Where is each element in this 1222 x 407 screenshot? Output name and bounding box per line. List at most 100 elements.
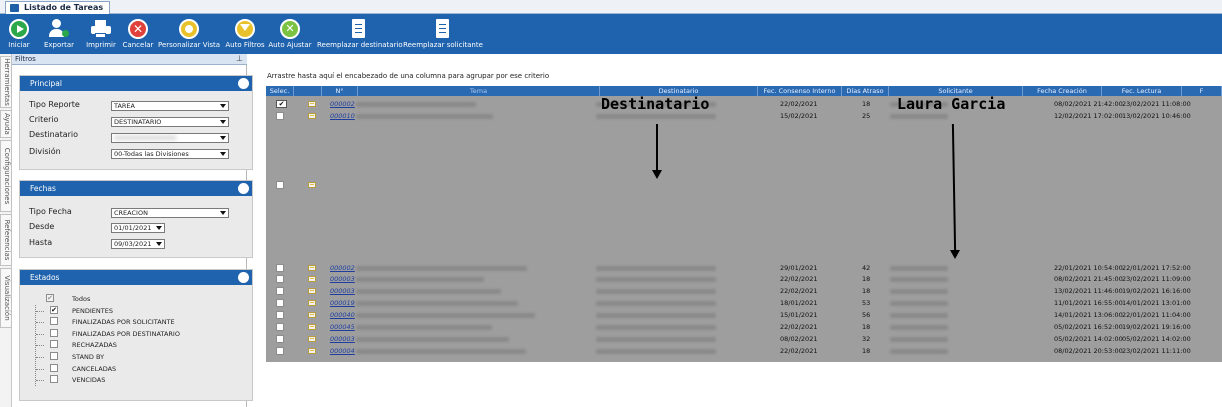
- auto-filtros-button[interactable]: Auto Filtros: [224, 14, 266, 54]
- message-icon[interactable]: [308, 300, 316, 306]
- iniciar-button[interactable]: Iniciar: [2, 14, 36, 54]
- row-select-checkbox[interactable]: [276, 112, 284, 120]
- collapse-icon[interactable]: [238, 183, 249, 194]
- filters-header: Filtros ⊥: [12, 54, 247, 65]
- col-numero-header[interactable]: N°: [322, 86, 358, 96]
- personalizar-vista-button[interactable]: Personalizar Vista: [157, 14, 221, 54]
- fecha-creacion-cell: 08/02/2021 20:53:00: [1054, 347, 1123, 355]
- side-tab-herramientas[interactable]: Herramientas: [0, 56, 12, 108]
- redacted-destinatario: [596, 313, 716, 318]
- table-row[interactable]: 000003 08/02/2021 32 05/02/2021 14:02:00 05/…: [266, 335, 1222, 344]
- message-icon[interactable]: [308, 336, 316, 342]
- criterio-select[interactable]: DESTINATARIO: [111, 117, 229, 127]
- reemplazar-destinatario-button[interactable]: Reemplazar destinatario: [317, 14, 403, 54]
- estados-header[interactable]: Estados: [20, 270, 252, 285]
- row-select-checkbox[interactable]: [276, 287, 284, 295]
- row-select-checkbox[interactable]: [276, 323, 284, 331]
- task-number-link[interactable]: 000003: [330, 287, 355, 296]
- tipo-reporte-select[interactable]: TAREA: [111, 101, 229, 111]
- table-row[interactable]: 000003 22/02/2021 18 08/02/2021 21:45:00 23/…: [266, 275, 1222, 284]
- row-select-checkbox[interactable]: [276, 347, 284, 355]
- destinatario-select[interactable]: XXXXXXXXXXXXXX: [111, 133, 229, 143]
- row-select-checkbox[interactable]: ✔: [276, 100, 287, 108]
- message-icon[interactable]: [308, 265, 316, 271]
- estado-checkbox[interactable]: [50, 375, 58, 384]
- table-row[interactable]: [266, 181, 1222, 190]
- collapse-icon[interactable]: [238, 272, 249, 283]
- reemplazar-solicitante-button[interactable]: Reemplazar solicitante: [403, 14, 483, 54]
- exportar-button[interactable]: Exportar: [40, 14, 78, 54]
- message-icon[interactable]: [308, 276, 316, 282]
- table-row[interactable]: 000002 29/01/2021 42 22/01/2021 10:54:00 22/…: [266, 264, 1222, 273]
- col-dias-atraso-header[interactable]: Días Atraso: [842, 86, 889, 96]
- row-select-checkbox[interactable]: [276, 275, 284, 283]
- row-select-checkbox[interactable]: [276, 335, 284, 343]
- estado-checkbox[interactable]: [50, 352, 58, 360]
- group-by-hint: Arrastre hasta aquí el encabezado de una…: [266, 69, 1222, 84]
- tipo-fecha-value: CREACION: [114, 209, 148, 217]
- hasta-date-picker[interactable]: 09/03/2021: [111, 239, 165, 249]
- task-number-link[interactable]: 000010: [330, 112, 355, 121]
- col-fec-lectura-header[interactable]: Fec. Lectura: [1102, 86, 1182, 96]
- desde-date-picker[interactable]: 01/01/2021: [111, 223, 165, 233]
- estado-checkbox[interactable]: ✔: [46, 294, 54, 302]
- row-select-checkbox[interactable]: [276, 299, 284, 307]
- table-row[interactable]: 000045 22/02/2021 18 05/02/2021 16:52:00 19/…: [266, 323, 1222, 332]
- message-icon[interactable]: [308, 101, 316, 107]
- col-selec-header[interactable]: Selec.: [266, 86, 294, 96]
- col-tema-header[interactable]: Tema: [358, 86, 600, 96]
- tab-listado-de-tareas[interactable]: Listado de Tareas: [5, 1, 111, 14]
- col-fecha-creacion-header[interactable]: Fecha Creación: [1023, 86, 1102, 96]
- principal-header[interactable]: Principal: [20, 76, 252, 91]
- col-fec-consenso-header[interactable]: Fec. Consenso Interno: [758, 86, 842, 96]
- row-select-checkbox[interactable]: [276, 311, 284, 319]
- fec-lectura-cell: 05/02/2021 14:02:00: [1122, 335, 1191, 343]
- imprimir-button[interactable]: Imprimir: [84, 14, 118, 54]
- auto-ajustar-button[interactable]: ✕ Auto Ajustar: [268, 14, 312, 54]
- estado-checkbox[interactable]: [50, 340, 58, 349]
- pin-icon[interactable]: ⊥: [236, 54, 243, 64]
- task-number-link[interactable]: 000004: [330, 347, 355, 356]
- estado-checkbox[interactable]: ✔: [50, 305, 58, 314]
- table-row[interactable]: ✔ 000002 22/02/2021 18 08/02/2021 21:42:00 23…: [266, 100, 1222, 109]
- message-icon[interactable]: [308, 348, 316, 354]
- table-row[interactable]: 000010 15/02/2021 25 12/02/2021 17:02:00 13/…: [266, 112, 1222, 121]
- task-number-link[interactable]: 000019: [330, 299, 355, 308]
- side-tab-referencias[interactable]: Referencias: [0, 214, 12, 266]
- cancelar-button[interactable]: ✕ Cancelar: [121, 14, 155, 54]
- side-tab-configuraciones[interactable]: Configuraciones: [0, 140, 12, 212]
- side-tab-visualizacion[interactable]: Visualización: [0, 268, 12, 328]
- division-select[interactable]: 00-Todas las Divisiones: [111, 149, 229, 159]
- table-row[interactable]: 000004 22/02/2021 18 08/02/2021 20:53:00 23/…: [266, 347, 1222, 356]
- col-icon-header[interactable]: [294, 86, 322, 96]
- redacted-solicitante: [890, 313, 948, 318]
- dias-atraso-cell: 25: [862, 112, 871, 120]
- estado-checkbox[interactable]: [50, 328, 58, 337]
- col-f-header[interactable]: F: [1182, 86, 1222, 96]
- table-row[interactable]: 000040 15/01/2021 56 14/01/2021 13:06:00 22/…: [266, 311, 1222, 320]
- table-row[interactable]: 000003 22/02/2021 18 13/02/2021 11:46:00 19/…: [266, 287, 1222, 296]
- task-number-link[interactable]: 000002: [330, 264, 355, 273]
- estado-checkbox[interactable]: [50, 317, 58, 326]
- reemplazar-solicitante-label: Reemplazar solicitante: [403, 41, 483, 49]
- estado-checkbox[interactable]: [50, 363, 58, 372]
- row-select-checkbox[interactable]: [276, 264, 284, 272]
- message-icon[interactable]: [308, 288, 316, 294]
- message-icon[interactable]: [308, 113, 316, 119]
- task-number-link[interactable]: 000003: [330, 275, 355, 284]
- side-tab-ayuda[interactable]: Ayuda: [0, 110, 12, 138]
- fechas-header[interactable]: Fechas: [20, 181, 252, 196]
- message-icon[interactable]: [308, 312, 316, 318]
- tipo-fecha-select[interactable]: CREACION: [111, 208, 229, 218]
- task-number-link[interactable]: 000040: [330, 311, 355, 320]
- row-select-checkbox[interactable]: [276, 181, 284, 189]
- chevron-down-icon: [220, 211, 226, 215]
- side-tab-label: Ayuda: [3, 113, 11, 135]
- task-number-link[interactable]: 000045: [330, 323, 355, 332]
- table-row[interactable]: 000019 18/01/2021 53 11/01/2021 16:55:00 14/…: [266, 299, 1222, 308]
- message-icon[interactable]: [308, 182, 316, 188]
- task-number-link[interactable]: 000003: [330, 335, 355, 344]
- task-number-link[interactable]: 000002: [330, 100, 355, 109]
- collapse-icon[interactable]: [238, 78, 249, 89]
- message-icon[interactable]: [308, 324, 316, 330]
